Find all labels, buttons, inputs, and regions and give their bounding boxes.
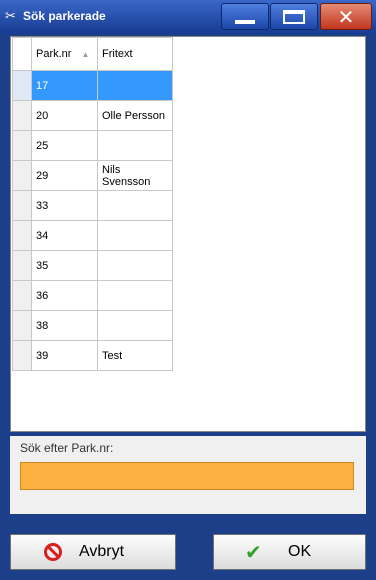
row-header[interactable] bbox=[12, 100, 32, 131]
fritext-cell[interactable] bbox=[97, 280, 173, 311]
sort-ascending-icon: ▲ bbox=[81, 50, 90, 59]
row-header-corner bbox=[12, 37, 32, 71]
fritext-cell[interactable]: Nils Svensson bbox=[97, 160, 173, 191]
row-header[interactable] bbox=[12, 130, 32, 161]
button-bar: Avbryt ✔ OK bbox=[0, 514, 376, 580]
park-nr-cell[interactable]: 39 bbox=[31, 340, 98, 371]
column-header-label: Fritext bbox=[102, 48, 133, 60]
column-header-park-nr[interactable]: Park.nr ▲ bbox=[31, 37, 98, 71]
park-nr-cell[interactable]: 36 bbox=[31, 280, 98, 311]
fritext-cell[interactable] bbox=[97, 190, 173, 221]
fritext-cell[interactable] bbox=[97, 130, 173, 161]
row-header[interactable] bbox=[12, 340, 32, 371]
close-button[interactable]: ✕ bbox=[320, 3, 372, 30]
close-icon: ✕ bbox=[337, 5, 355, 29]
maximize-button[interactable] bbox=[270, 3, 318, 30]
cancel-button-label: Avbryt bbox=[79, 543, 125, 560]
row-header[interactable] bbox=[12, 250, 32, 281]
dialog-window: ✂ Sök parkerade ✕ Park.nr ▲ Fritext 17 20 O… bbox=[0, 0, 376, 580]
park-nr-cell[interactable]: 35 bbox=[31, 250, 98, 281]
park-nr-cell[interactable]: 38 bbox=[31, 310, 98, 341]
table-row[interactable]: 35 bbox=[12, 250, 173, 281]
fritext-cell[interactable]: Test bbox=[97, 340, 173, 371]
results-panel: Park.nr ▲ Fritext 17 20 Olle Persson 25 29 Nil… bbox=[10, 36, 366, 432]
table-row[interactable]: 38 bbox=[12, 310, 173, 341]
park-nr-cell[interactable]: 25 bbox=[31, 130, 98, 161]
column-header-label: Park.nr bbox=[36, 48, 72, 60]
search-group: Sök efter Park.nr: bbox=[10, 436, 366, 514]
row-header[interactable] bbox=[12, 70, 32, 101]
checkmark-icon: ✔ bbox=[245, 540, 262, 564]
park-nr-cell[interactable]: 33 bbox=[31, 190, 98, 221]
row-header[interactable] bbox=[12, 190, 32, 221]
park-nr-cell[interactable]: 20 bbox=[31, 100, 98, 131]
cancel-button[interactable]: Avbryt bbox=[10, 534, 176, 570]
fritext-cell[interactable] bbox=[97, 250, 173, 281]
row-header[interactable] bbox=[12, 310, 32, 341]
fritext-cell[interactable] bbox=[97, 220, 173, 251]
search-label: Sök efter Park.nr: bbox=[20, 441, 114, 455]
table-row[interactable]: 20 Olle Persson bbox=[12, 100, 173, 131]
fritext-cell[interactable] bbox=[97, 310, 173, 341]
table-row[interactable]: 29 Nils Svensson bbox=[12, 160, 173, 191]
table-row[interactable]: 36 bbox=[12, 280, 173, 311]
table-row[interactable]: 25 bbox=[12, 130, 173, 161]
window-title: Sök parkerade bbox=[23, 9, 106, 23]
scissors-icon: ✂ bbox=[5, 8, 16, 23]
row-header[interactable] bbox=[12, 280, 32, 311]
table-row[interactable]: 39 Test bbox=[12, 340, 173, 371]
table-row[interactable]: 17 bbox=[12, 70, 173, 101]
cancel-icon bbox=[44, 543, 62, 561]
park-nr-cell[interactable]: 17 bbox=[31, 70, 98, 101]
ok-button-label: OK bbox=[288, 543, 312, 560]
ok-button[interactable]: ✔ OK bbox=[213, 534, 366, 570]
row-header[interactable] bbox=[12, 220, 32, 251]
park-nr-search-input[interactable] bbox=[20, 462, 354, 490]
minimize-icon bbox=[235, 20, 255, 24]
maximize-icon bbox=[283, 10, 305, 24]
row-header[interactable] bbox=[12, 160, 32, 191]
column-header-fritext[interactable]: Fritext bbox=[97, 37, 173, 71]
results-grid[interactable]: Park.nr ▲ Fritext 17 20 Olle Persson 25 29 Nil… bbox=[12, 37, 173, 371]
fritext-cell[interactable]: Olle Persson bbox=[97, 100, 173, 131]
grid-header-row: Park.nr ▲ Fritext bbox=[12, 37, 173, 71]
park-nr-cell[interactable]: 34 bbox=[31, 220, 98, 251]
fritext-cell[interactable] bbox=[97, 70, 173, 101]
table-row[interactable]: 33 bbox=[12, 190, 173, 221]
table-row[interactable]: 34 bbox=[12, 220, 173, 251]
minimize-button[interactable] bbox=[221, 3, 269, 30]
park-nr-cell[interactable]: 29 bbox=[31, 160, 98, 191]
title-bar[interactable]: ✂ Sök parkerade ✕ bbox=[0, 0, 376, 34]
